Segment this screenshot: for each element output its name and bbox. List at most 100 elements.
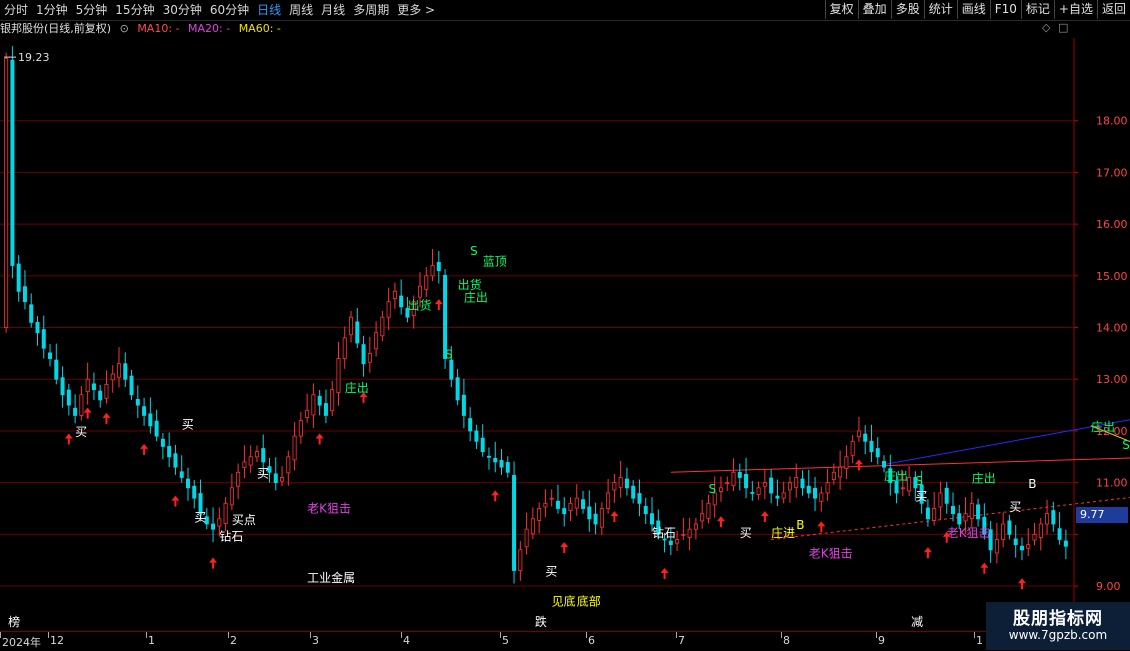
- candle-body-167: [1051, 510, 1056, 525]
- candle-body-121: [762, 482, 767, 487]
- settings-icon[interactable]: ⊙: [120, 22, 129, 35]
- ma20-value: MA20: -: [188, 22, 231, 35]
- candle-body-133: [838, 466, 843, 478]
- candle-body-2: [16, 263, 21, 292]
- candle-body-139: [875, 448, 880, 458]
- candle-body-90: [568, 502, 573, 511]
- signal-label-23: 老K狙击: [809, 547, 853, 561]
- signal-label-21: 庄进: [771, 525, 795, 540]
- candle-body-50: [317, 395, 322, 406]
- tab-period-5[interactable]: 60分钟: [206, 0, 253, 20]
- toolbar-button-7[interactable]: +自选: [1053, 0, 1097, 19]
- stock-title[interactable]: 银邦股份(日线,前复权): [0, 22, 111, 35]
- candle-body-14: [91, 383, 96, 390]
- signal-label-22: B: [796, 518, 804, 532]
- signal-label-7: 工业金属: [307, 570, 355, 585]
- signal-label-11: 出货: [458, 277, 482, 292]
- candle-body-38: [242, 461, 247, 469]
- date-axis: 2024年 12 1 2 3 4 5 6 7 8 9 1: [0, 631, 1075, 651]
- date-marker-46: 榜: [8, 614, 20, 629]
- candle-body-27: [173, 453, 178, 468]
- candle-body-98: [618, 477, 623, 488]
- toolbar-button-3[interactable]: 统计: [923, 0, 957, 19]
- price-label-4: 14.00: [1096, 322, 1128, 335]
- buy-arrow-16: [854, 459, 863, 471]
- candle-body-57: [361, 344, 366, 365]
- date-marker-44: 跌: [535, 614, 547, 629]
- candle-body-36: [229, 487, 234, 506]
- expand-icon[interactable]: □: [1058, 21, 1068, 34]
- candle-body-26: [167, 446, 172, 458]
- candle-body-158: [994, 539, 999, 554]
- candle-body-20: [129, 375, 134, 396]
- tab-period-4[interactable]: 30分钟: [159, 0, 206, 20]
- candle-body-34: [217, 518, 222, 527]
- date-label-1: 12: [50, 634, 64, 647]
- toolbar-button-4[interactable]: 画线: [956, 0, 990, 19]
- date-tick-3: [228, 632, 229, 638]
- buy-arrow-3: [140, 443, 149, 455]
- date-label-7: 6: [588, 634, 595, 647]
- tab-period-0[interactable]: 分时: [0, 0, 32, 20]
- candle-body-44: [280, 477, 285, 482]
- candle-body-39: [248, 456, 253, 466]
- tab-period-10[interactable]: 更多 >: [393, 0, 439, 20]
- candle-body-79: [499, 460, 504, 468]
- signal-label-16: 见底: [552, 594, 576, 609]
- candle-body-149: [938, 492, 943, 508]
- candle-body-95: [599, 508, 604, 528]
- candle-body-55: [349, 316, 354, 336]
- toolbar-button-6[interactable]: 标记: [1020, 0, 1054, 19]
- signal-label-29: B: [1028, 477, 1036, 491]
- candle-body-84: [530, 518, 535, 535]
- candle-body-168: [1057, 528, 1062, 540]
- signal-label-20: 买: [740, 526, 752, 540]
- candle-body-80: [505, 462, 510, 473]
- candle-body-5: [35, 321, 40, 334]
- tool-buttons: 复权 叠加 多股 统计 画线 F10 标记 +自选 返回: [824, 0, 1130, 20]
- price-label-7: 11.00: [1096, 477, 1128, 490]
- candle-body-118: [744, 473, 749, 489]
- candle-body-63: [399, 295, 404, 308]
- tab-period-3[interactable]: 15分钟: [111, 0, 158, 20]
- candle-body-138: [869, 440, 874, 453]
- candle-body-83: [524, 528, 529, 548]
- candle-body-163: [1026, 544, 1031, 549]
- candle-body-81: [512, 475, 517, 571]
- candle-body-103: [650, 513, 655, 525]
- signal-label-1: 买: [182, 417, 194, 431]
- buy-arrow-5: [209, 557, 218, 569]
- tab-period-7[interactable]: 周线: [285, 0, 317, 20]
- tab-period-2[interactable]: 5分钟: [72, 0, 112, 20]
- toolbar-button-5[interactable]: F10: [989, 0, 1021, 19]
- price-label-2: 16.00: [1096, 218, 1128, 231]
- toolbar-button-0[interactable]: 复权: [824, 0, 858, 19]
- tab-period-8[interactable]: 月线: [317, 0, 349, 20]
- candle-body-110: [693, 523, 698, 530]
- toolbar-button-2[interactable]: 多股: [890, 0, 924, 19]
- candle-body-140: [882, 461, 887, 468]
- candle-body-96: [606, 492, 611, 509]
- buy-arrow-2: [102, 412, 111, 424]
- candle-body-120: [756, 487, 761, 495]
- tab-period-9[interactable]: 多周期: [349, 0, 393, 20]
- candle-body-126: [794, 477, 799, 488]
- kline-chart[interactable]: 19.23买买买买点买钻石老K狙击工业金属庄出出货S出货庄出S蓝顶买见底 底部钻石…: [0, 38, 1130, 631]
- candle-body-91: [574, 497, 579, 509]
- tab-period-1[interactable]: 1分钟: [32, 0, 72, 20]
- candle-body-45: [286, 456, 291, 474]
- info-bar: 银邦股份(日线,前复权) ⊙ MA10: - MA20: - MA60: -: [0, 21, 286, 37]
- signal-label-28: 老K狙击: [947, 526, 991, 540]
- price-label-5: 13.00: [1096, 373, 1128, 386]
- tab-period-6[interactable]: 日线: [253, 0, 285, 20]
- date-tick-8: [676, 632, 677, 638]
- candle-body-78: [493, 457, 498, 463]
- candle-body-100: [631, 485, 636, 499]
- candle-body-97: [612, 482, 617, 491]
- current-price-badge: 9.77: [1076, 507, 1128, 523]
- diamond-icon[interactable]: ◇: [1042, 21, 1050, 34]
- date-tick-7: [586, 632, 587, 638]
- toolbar-button-8[interactable]: 返回: [1096, 0, 1130, 19]
- toolbar-button-1[interactable]: 叠加: [857, 0, 891, 19]
- candle-body-43: [273, 473, 278, 484]
